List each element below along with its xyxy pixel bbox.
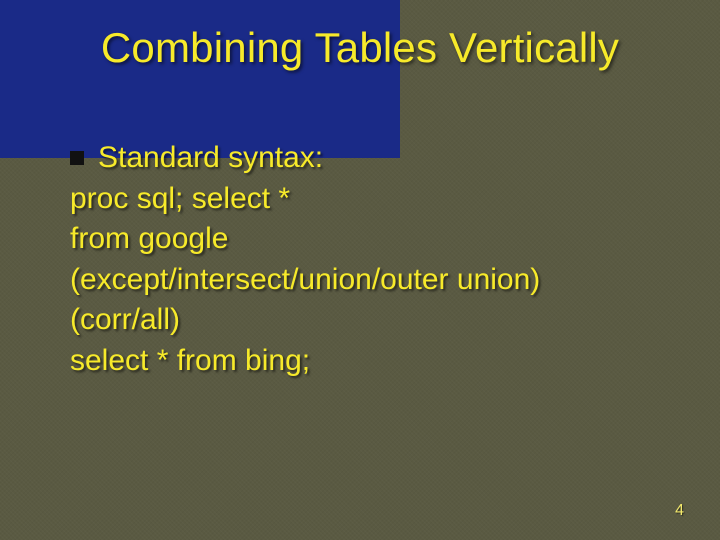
- square-bullet-icon: [70, 151, 84, 165]
- body-line: select * from bing;: [70, 341, 670, 382]
- page-number: 4: [675, 502, 684, 520]
- bullet-line: Standard syntax:: [70, 138, 670, 179]
- body-line: (except/intersect/union/outer union): [70, 260, 670, 301]
- body-line: from google: [70, 219, 670, 260]
- slide: Combining Tables Vertically Standard syn…: [0, 0, 720, 540]
- slide-title: Combining Tables Vertically: [0, 24, 720, 72]
- body-line: (corr/all): [70, 300, 670, 341]
- slide-content: Standard syntax: proc sql; select * from…: [70, 138, 670, 381]
- bullet-text: Standard syntax:: [98, 138, 323, 179]
- body-line: proc sql; select *: [70, 179, 670, 220]
